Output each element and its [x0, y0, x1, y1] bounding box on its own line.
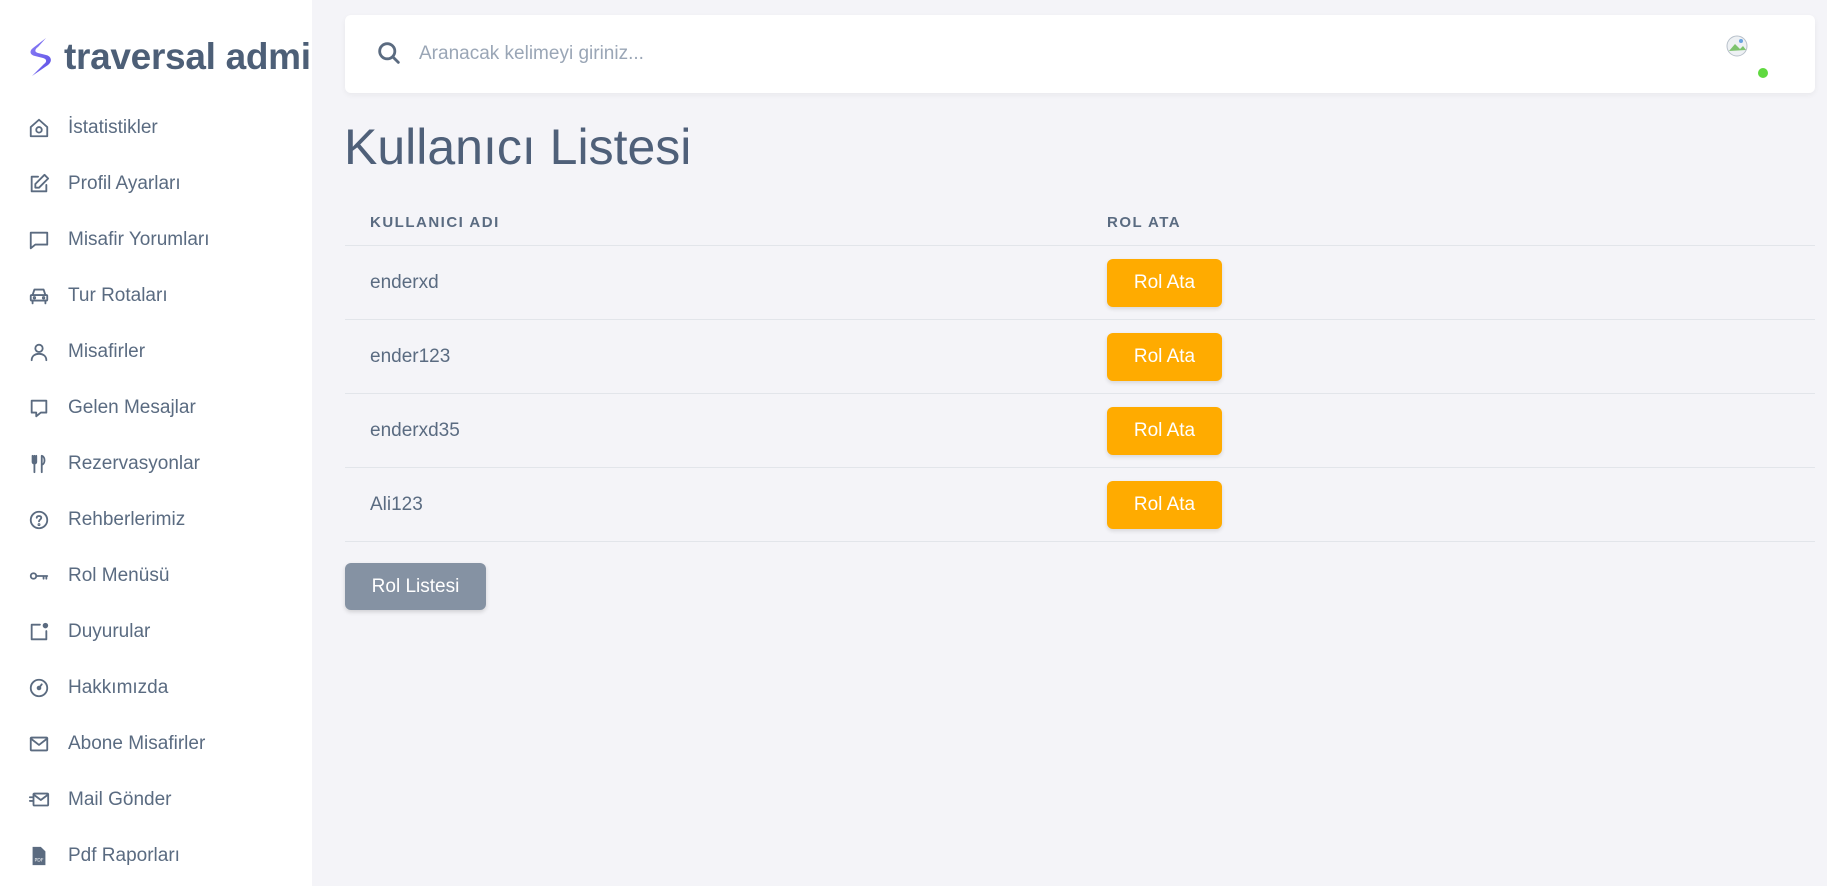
sidebar-item-label: Abone Misafirler [68, 733, 206, 754]
home-icon [27, 116, 51, 140]
sidebar-item-label: İstatistikler [68, 117, 158, 138]
sidebar-item-misafir-yorumlari[interactable]: Misafir Yorumları [0, 212, 312, 268]
sidebar-item-label: Hakkımızda [68, 677, 169, 698]
sidebar-item-label: Pdf Raporları [68, 845, 180, 866]
role-list-button[interactable]: Rol Listesi [345, 563, 486, 610]
table-row: enderxd Rol Ata [345, 246, 1815, 320]
online-status-indicator [1758, 68, 1768, 78]
username-cell: ender123 [370, 345, 451, 367]
sidebar-item-label: Profil Ayarları [68, 173, 181, 194]
sidebar-item-label: Mail Gönder [68, 789, 172, 810]
username-cell: enderxd35 [370, 419, 460, 441]
sidebar-item-mail-gonder[interactable]: Mail Gönder [0, 772, 312, 828]
sidebar-item-istatistikler[interactable]: İstatistikler [0, 100, 312, 156]
edit-icon [27, 172, 51, 196]
username-cell: Ali123 [370, 493, 423, 515]
pdf-icon: PDF [27, 844, 51, 868]
message-icon [27, 228, 51, 252]
sidebar-item-label: Rehberlerimiz [68, 509, 186, 530]
chat-icon [27, 396, 51, 420]
table-row: enderxd35 Rol Ata [345, 394, 1815, 468]
sidebar-item-duyurular[interactable]: Duyurular [0, 604, 312, 660]
avatar[interactable] [1726, 35, 1748, 57]
sidebar-item-tur-rotalari[interactable]: Tur Rotaları [0, 268, 312, 324]
brand[interactable]: traversal admin [26, 36, 312, 78]
assign-role-button[interactable]: Rol Ata [1107, 480, 1222, 529]
mail-icon [27, 732, 51, 756]
column-header-assign-role: ROL ATA [1107, 214, 1182, 231]
sidebar-item-label: Misafir Yorumları [68, 229, 210, 250]
sidebar-item-misafirler[interactable]: Misafirler [0, 324, 312, 380]
page-title: Kullanıcı Listesi [344, 119, 692, 175]
assign-role-button[interactable]: Rol Ata [1107, 332, 1222, 381]
send-mail-icon [27, 788, 51, 812]
sidebar-item-rol-menusu[interactable]: Rol Menüsü [0, 548, 312, 604]
table-row: Ali123 Rol Ata [345, 468, 1815, 542]
sidebar: traversal admin İstatistikler Profil Aya… [0, 0, 312, 886]
sidebar-item-label: Duyurular [68, 621, 151, 642]
sidebar-item-rehberlerimiz[interactable]: Rehberlerimiz [0, 492, 312, 548]
user-icon [27, 340, 51, 364]
cutlery-icon [27, 452, 51, 476]
help-icon [27, 508, 51, 532]
assign-role-button[interactable]: Rol Ata [1107, 258, 1222, 307]
sidebar-item-label: Gelen Mesajlar [68, 397, 196, 418]
gauge-icon [27, 676, 51, 700]
table-row: ender123 Rol Ata [345, 320, 1815, 394]
brand-logo-icon [30, 38, 51, 76]
sidebar-item-profil-ayarlari[interactable]: Profil Ayarları [0, 156, 312, 212]
sidebar-item-label: Misafirler [68, 341, 146, 362]
search-input[interactable] [419, 35, 1319, 73]
column-header-username: KULLANICI ADI [370, 214, 500, 231]
brand-name: traversal admin [64, 36, 312, 77]
table-header: KULLANICI ADI ROL ATA [345, 200, 1815, 246]
sidebar-item-hakkimizda[interactable]: Hakkımızda [0, 660, 312, 716]
sidebar-item-rezervasyonlar[interactable]: Rezervasyonlar [0, 436, 312, 492]
sidebar-item-gelen-mesajlar[interactable]: Gelen Mesajlar [0, 380, 312, 436]
svg-text:PDF: PDF [35, 858, 44, 864]
search-icon[interactable] [375, 39, 405, 69]
sidebar-item-label: Rol Menüsü [68, 565, 170, 586]
sidebar-item-abone-misafirler[interactable]: Abone Misafirler [0, 716, 312, 772]
user-table: KULLANICI ADI ROL ATA enderxd Rol Ata en… [345, 200, 1815, 542]
top-search-bar [345, 15, 1815, 93]
sidebar-nav: İstatistikler Profil Ayarları Misafir Yo… [0, 100, 312, 884]
assign-role-button[interactable]: Rol Ata [1107, 406, 1222, 455]
key-icon [27, 564, 51, 588]
sidebar-item-label: Tur Rotaları [68, 285, 168, 306]
car-icon [27, 284, 51, 308]
sidebar-item-pdf-raporlari[interactable]: PDF Pdf Raporları [0, 828, 312, 884]
sidebar-item-label: Rezervasyonlar [68, 453, 200, 474]
notification-icon [27, 620, 51, 644]
username-cell: enderxd [370, 271, 439, 293]
